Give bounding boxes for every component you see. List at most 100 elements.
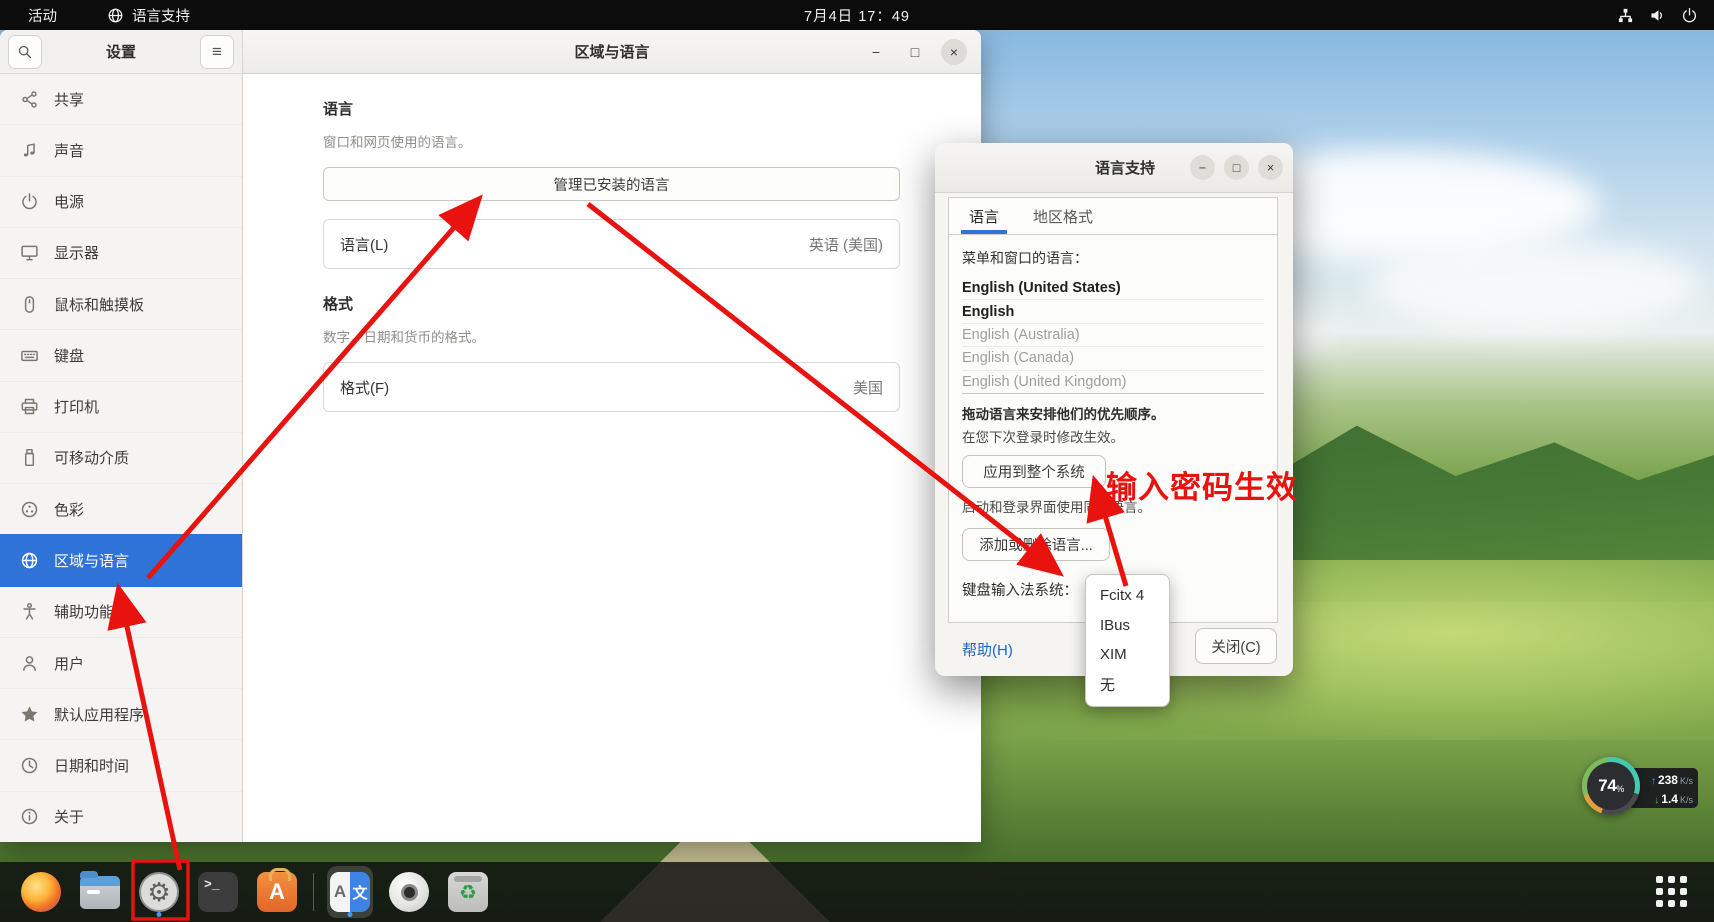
dock-item-settings[interactable]: ⚙ (136, 866, 182, 918)
language-list-item[interactable]: English (United States) (962, 276, 1264, 299)
dock-item-translator[interactable]: A文 (327, 866, 373, 918)
language-list-item[interactable]: English (962, 299, 1264, 322)
show-applications-button[interactable] (1656, 876, 1688, 908)
settings-title: 设置 (42, 41, 200, 62)
dock-item-terminal[interactable]: >_ (195, 866, 241, 918)
language-list-item[interactable]: English (Australia) (962, 323, 1264, 346)
dock: ⚙>_A A文 ♻ (0, 862, 1714, 922)
sidebar-item-color[interactable]: 色彩 (0, 483, 242, 534)
desktop: 活动 语言支持 7月4日 17：49 设置 ≡ 共享声音电源显示器鼠标和触摸板键… (0, 0, 1714, 922)
dialog-title: 语言支持 (935, 143, 1197, 192)
language-list: English (United States)EnglishEnglish (A… (962, 276, 1264, 394)
apply-system-wide-button[interactable]: 应用到整个系统 (962, 455, 1106, 488)
sidebar-item-label: 电源 (54, 191, 84, 212)
dialog-tabs: 语言 地区格式 (949, 198, 1277, 235)
system-tray[interactable] (1617, 7, 1698, 24)
usb-icon (20, 448, 39, 467)
ime-dropdown-popup: Fcitx 4IBusXIM无 (1085, 574, 1170, 707)
trash-icon: ♻ (448, 872, 488, 912)
running-indicator-dot (348, 912, 353, 917)
sidebar-item-displays[interactable]: 显示器 (0, 227, 242, 278)
sidebar-item-accessibility[interactable]: 辅助功能 (0, 586, 242, 637)
percent-sign: % (1616, 784, 1624, 794)
sidebar-item-mouse-touchpad[interactable]: 鼠标和触摸板 (0, 278, 242, 329)
cpu-gauge[interactable]: 74% (1582, 757, 1640, 815)
focused-app-menu[interactable]: 语言支持 (107, 5, 190, 26)
volume-icon[interactable] (1649, 7, 1666, 24)
dialog-close-button[interactable]: × (1258, 155, 1283, 180)
minimize-button[interactable]: − (863, 39, 889, 65)
sidebar-item-removable-media[interactable]: 可移动介质 (0, 432, 242, 483)
download-arrow-icon: ↓ (1654, 795, 1659, 806)
tab-language[interactable]: 语言 (969, 198, 999, 234)
language-list-item[interactable]: English (Canada) (962, 346, 1264, 369)
accessibility-icon (20, 602, 39, 621)
ime-option-Fcitx 4[interactable]: Fcitx 4 (1100, 581, 1169, 611)
ime-option-XIM[interactable]: XIM (1100, 640, 1169, 670)
tab-regional-formats[interactable]: 地区格式 (1033, 198, 1093, 234)
language-section-description: 窗口和网页使用的语言。 (323, 131, 900, 151)
sidebar-item-printers[interactable]: 打印机 (0, 381, 242, 432)
settings-content: 语言 窗口和网页使用的语言。 管理已安装的语言 语言(L) 英语 (美国) 格式… (243, 74, 981, 842)
color-icon (20, 500, 39, 519)
displays-icon (20, 243, 39, 262)
sidebar-item-label: 默认应用程序 (54, 704, 144, 725)
power-icon[interactable] (1681, 7, 1698, 24)
settings-main-panel: 区域与语言 − □ × 语言 窗口和网页使用的语言。 管理已安装的语言 语言(L… (243, 30, 981, 842)
sidebar-item-power[interactable]: 电源 (0, 176, 242, 227)
sidebar-item-date-time[interactable]: 日期和时间 (0, 739, 242, 790)
dock-item-software[interactable]: A (254, 866, 300, 918)
dock-item-trash[interactable]: ♻ (445, 866, 491, 918)
sidebar-item-label: 区域与语言 (54, 550, 129, 571)
globe-icon (107, 7, 124, 24)
sidebar-item-label: 共享 (54, 89, 84, 110)
language-row[interactable]: 语言(L) 英语 (美国) (323, 219, 900, 269)
cpu-percent-value: 74 (1598, 776, 1616, 796)
sidebar-item-label: 用户 (54, 653, 84, 674)
dialog-titlebar: 语言支持 − □ × (935, 143, 1293, 193)
dialog-notebook: 语言 地区格式 菜单和窗口的语言： English (United States… (948, 197, 1278, 623)
help-button[interactable]: 帮助(H) (962, 639, 1013, 660)
dock-item-media-player[interactable] (386, 866, 432, 918)
star-icon (20, 705, 39, 724)
clock[interactable]: 7月4日 17：49 (804, 5, 910, 26)
add-remove-languages-button[interactable]: 添加或删除语言... (962, 528, 1110, 561)
sidebar-item-sharing[interactable]: 共享 (0, 74, 242, 124)
settings-titlebar: 区域与语言 − □ × (243, 30, 981, 74)
language-list-item[interactable]: English (United Kingdom) (962, 370, 1264, 393)
ime-option-无[interactable]: 无 (1100, 670, 1169, 700)
upload-value: 238 (1658, 773, 1678, 787)
manage-installed-languages-button[interactable]: 管理已安装的语言 (323, 167, 900, 201)
search-button[interactable] (8, 35, 42, 69)
sidebar-item-label: 打印机 (54, 396, 99, 417)
format-row[interactable]: 格式(F) 美国 (323, 362, 900, 412)
sidebar-item-users[interactable]: 用户 (0, 637, 242, 688)
dialog-maximize-button[interactable]: □ (1224, 155, 1249, 180)
sidebar-item-about[interactable]: 关于 (0, 791, 242, 842)
settings-window: 设置 ≡ 共享声音电源显示器鼠标和触摸板键盘打印机可移动介质色彩区域与语言辅助功… (0, 30, 981, 842)
mouse-icon (20, 295, 39, 314)
sidebar-item-region-language[interactable]: 区域与语言 (0, 534, 242, 585)
format-row-value: 美国 (853, 377, 883, 398)
activities-button[interactable]: 活动 (22, 5, 63, 26)
dock-item-files[interactable] (77, 866, 123, 918)
sidebar-item-keyboard[interactable]: 键盘 (0, 329, 242, 380)
sidebar-item-label: 色彩 (54, 499, 84, 520)
dock-item-firefox[interactable] (18, 866, 64, 918)
sidebar-item-label: 可移动介质 (54, 447, 129, 468)
sidebar-item-default-apps[interactable]: 默认应用程序 (0, 688, 242, 739)
clock-icon (20, 756, 39, 775)
sidebar-item-label: 键盘 (54, 345, 84, 366)
maximize-button[interactable]: □ (902, 39, 928, 65)
sidebar-item-sound[interactable]: 声音 (0, 124, 242, 175)
download-value: 1.4 (1661, 792, 1678, 806)
files-icon (80, 876, 120, 909)
close-button[interactable]: × (941, 39, 967, 65)
network-icon[interactable] (1617, 7, 1634, 24)
dialog-minimize-button[interactable]: − (1190, 155, 1215, 180)
ime-option-IBus[interactable]: IBus (1100, 611, 1169, 641)
sidebar-item-label: 日期和时间 (54, 755, 129, 776)
drag-hint: 拖动语言来安排他们的优先顺序。 (962, 403, 1264, 423)
primary-menu-button[interactable]: ≡ (200, 35, 234, 69)
dialog-close-action-button[interactable]: 关闭(C) (1195, 628, 1277, 664)
